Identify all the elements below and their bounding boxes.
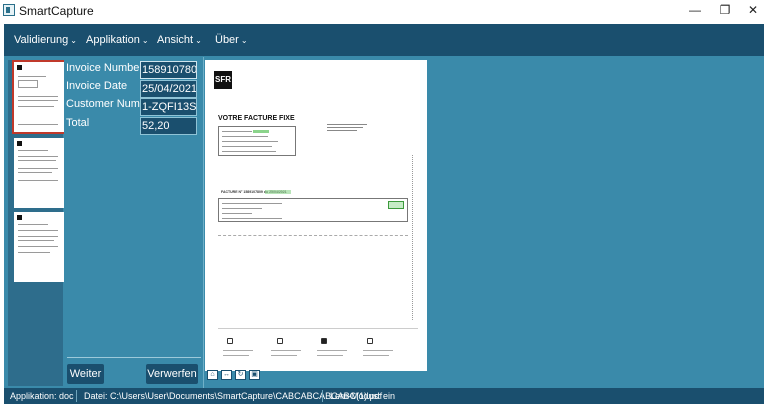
thumbnail-panel [8, 60, 66, 386]
invoice-number-highlight [265, 190, 291, 194]
next-button[interactable]: Weiter [67, 364, 104, 384]
home-icon[interactable]: ⌂ [207, 370, 218, 380]
main-area: Invoice Number 1589107809 Invoice Date 2… [4, 56, 764, 388]
rotate-icon[interactable]: ↻ [235, 370, 246, 380]
invoice-date-field[interactable]: 25/04/2021 [140, 80, 197, 98]
store-icon [321, 338, 327, 344]
customer-info-box [218, 126, 296, 156]
window-title: SmartCapture [19, 4, 94, 18]
sfr-logo: SFR [214, 71, 232, 89]
fit-width-icon[interactable]: ↔ [221, 370, 232, 380]
customer-number-field[interactable]: 1-ZQFI13SR [140, 98, 197, 116]
field-panel: Invoice Number 1589107809 Invoice Date 2… [64, 60, 200, 384]
fullscreen-icon[interactable]: ▣ [249, 370, 260, 380]
menu-ueber[interactable]: Über ⌄ [215, 34, 248, 46]
document-heading: VOTRE FACTURE FIXE [218, 115, 295, 122]
customer-number-highlight [253, 130, 269, 133]
mail-icon [367, 338, 373, 344]
address-block [327, 122, 367, 133]
person-icon [227, 338, 233, 344]
footer-divider [218, 328, 418, 329]
side-print [412, 155, 413, 320]
page-thumbnail-3[interactable] [14, 212, 64, 282]
document-viewer: SFR VOTRE FACTURE FIXE FACTURE N° 158910… [203, 57, 764, 388]
page-thumbnail-2[interactable] [14, 138, 64, 208]
tear-line [218, 235, 408, 236]
divider [67, 357, 201, 358]
minimize-icon[interactable]: — [680, 0, 710, 22]
amount-box [218, 198, 408, 222]
field-label-invoice-number: Invoice Number [66, 62, 144, 74]
close-icon[interactable]: ✕ [738, 0, 768, 22]
status-application: Applikation: doc [10, 391, 74, 401]
menu-ansicht[interactable]: Ansicht ⌄ [157, 34, 202, 46]
chevron-down-icon: ⌄ [70, 36, 77, 45]
maximize-icon[interactable]: ❐ [710, 0, 740, 22]
menu-validierung[interactable]: Validierung ⌄ [14, 34, 77, 46]
chevron-down-icon: ⌄ [195, 36, 202, 45]
menu-bar: Validierung ⌄ Applikation ⌄ Ansicht ⌄ Über ⌄ [4, 24, 764, 56]
app-icon [3, 4, 15, 16]
total-field[interactable]: 52,20 [140, 117, 197, 135]
field-label-total: Total [66, 117, 90, 129]
discard-button[interactable]: Verwerfen [146, 364, 198, 384]
chevron-down-icon: ⌄ [240, 36, 248, 45]
chevron-down-icon: ⌄ [141, 36, 149, 45]
menu-applikation[interactable]: Applikation ⌄ [86, 34, 149, 46]
invoice-number-field[interactable]: 1589107809 [140, 61, 197, 79]
page-thumbnail-1[interactable] [12, 60, 66, 134]
title-bar: SmartCapture — ❐ ✕ [0, 0, 768, 24]
document-page[interactable]: SFR VOTRE FACTURE FIXE FACTURE N° 158910… [205, 60, 427, 371]
status-learn-mode: Lern-Modus: ein [330, 391, 396, 401]
phone-icon [277, 338, 283, 344]
total-highlight [388, 201, 404, 209]
field-label-invoice-date: Invoice Date [66, 80, 128, 92]
status-bar: Applikation: doc Datei: C:\Users\User\Do… [4, 388, 764, 404]
